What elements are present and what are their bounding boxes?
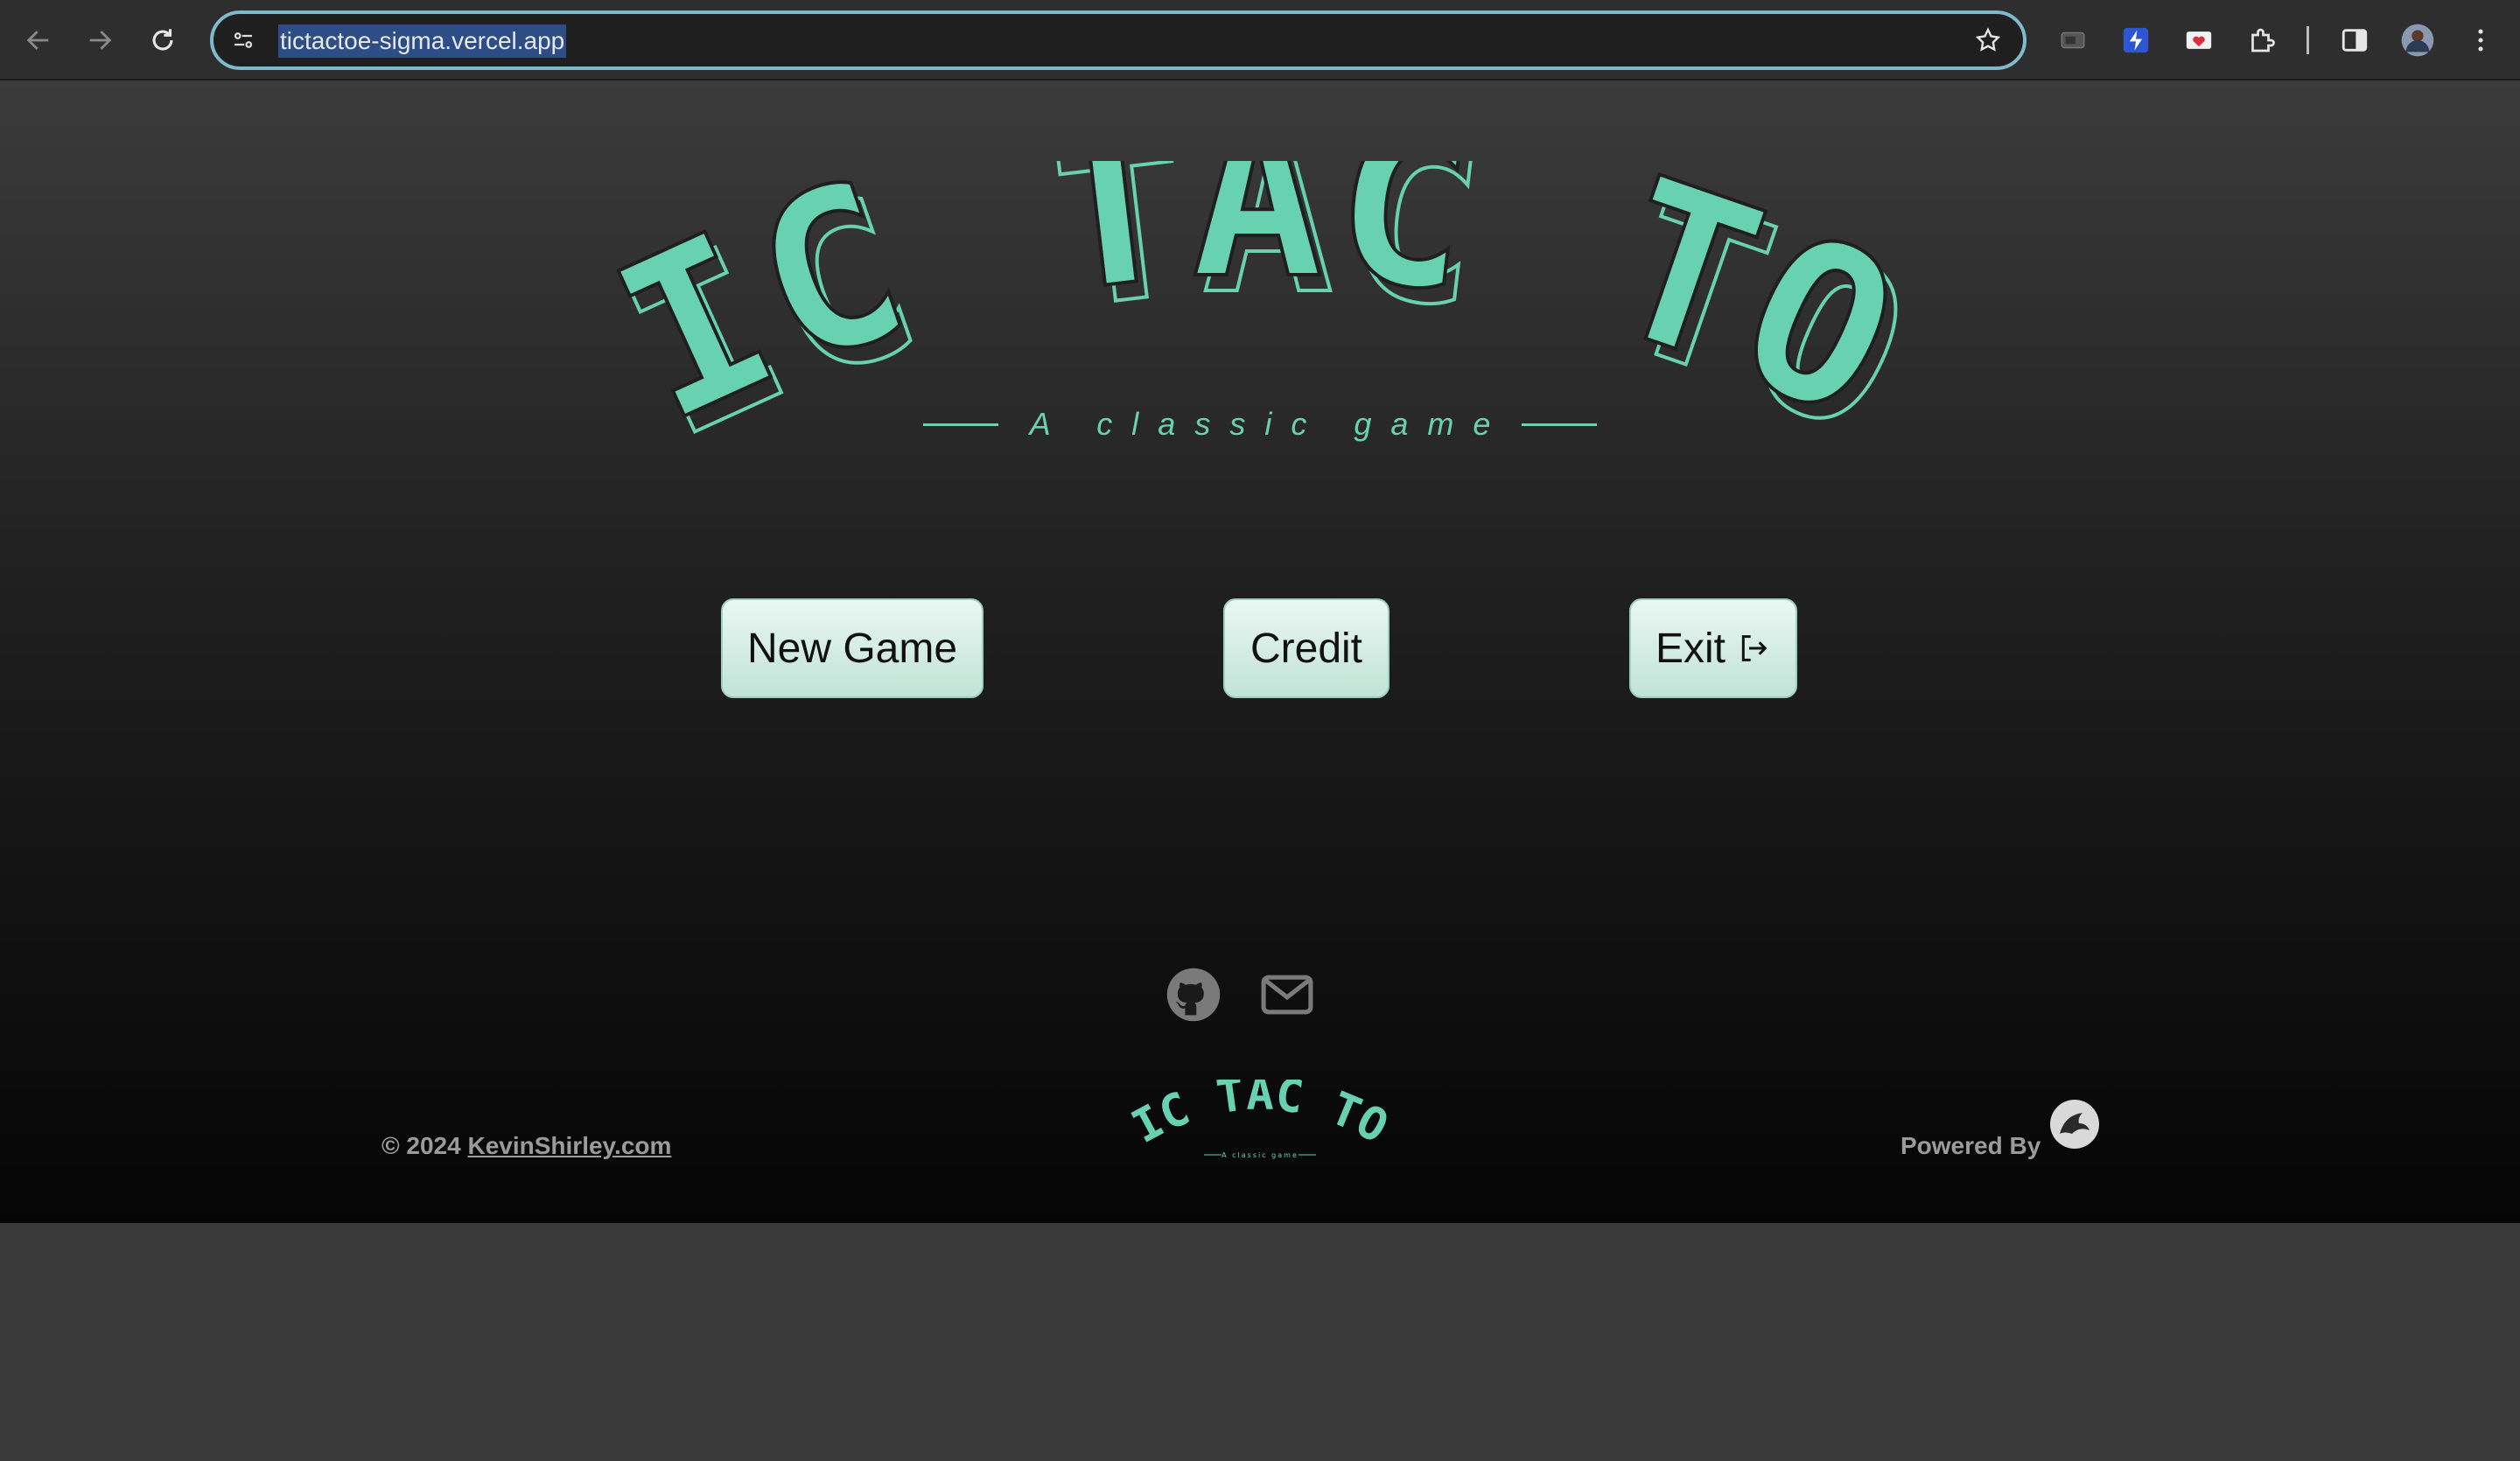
- new-game-label: New Game: [746, 625, 958, 672]
- footer-logo-subtitle: A classic game: [1222, 1151, 1298, 1159]
- puzzle-icon[interactable]: [2244, 22, 2280, 59]
- kevinshirley-link[interactable]: KevinShirley.com: [467, 1132, 671, 1159]
- subtitle-rule-right: [1522, 423, 1598, 426]
- screen-cast-extension-icon[interactable]: [2054, 22, 2091, 59]
- footer-logo-text: TIC TAC TOE: [1129, 1080, 1391, 1154]
- toolbar-divider: [2306, 26, 2309, 54]
- new-game-button[interactable]: New Game: [721, 598, 984, 698]
- footer-copyright: © 2024 KevinShirley.com: [382, 1132, 671, 1160]
- subtitle-rule-left: [922, 423, 998, 426]
- footer-logo[interactable]: TIC TAC TOE A classic game: [1129, 1080, 1391, 1167]
- exit-label: Exit: [1655, 625, 1726, 672]
- exit-icon: [1741, 635, 1768, 661]
- hero-logo: TIC TAC TOE TIC TAC TOE: [569, 161, 1943, 488]
- page-viewport: TIC TAC TOE TIC TAC TOE A classic game N…: [0, 82, 2520, 1223]
- profile-avatar[interactable]: [2399, 22, 2436, 59]
- powered-by-text: Powered By: [1900, 1132, 2041, 1159]
- copyright-text: © 2024: [382, 1132, 461, 1159]
- github-icon[interactable]: [1163, 964, 1224, 1025]
- svg-text:TIC TAC TOE: TIC TAC TOE: [1129, 1080, 1391, 1154]
- bookmark-star-icon[interactable]: [1970, 23, 2006, 58]
- hero-subtitle: A classic game: [0, 406, 2520, 443]
- side-panel-icon[interactable]: [2336, 22, 2373, 59]
- reload-icon[interactable]: [142, 19, 184, 61]
- heart-extension-icon[interactable]: [2180, 22, 2217, 59]
- site-info-icon[interactable]: [226, 23, 261, 58]
- back-icon[interactable]: [18, 19, 60, 61]
- url-text[interactable]: tictactoe-sigma.vercel.app: [278, 24, 567, 58]
- below-page-area: [0, 1223, 2520, 1461]
- credit-button[interactable]: Credit: [1223, 598, 1390, 698]
- address-bar[interactable]: tictactoe-sigma.vercel.app: [210, 10, 2026, 70]
- subtitle-text: A classic game: [1029, 406, 1510, 442]
- credit-label: Credit: [1250, 625, 1363, 672]
- powered-by-logo-icon[interactable]: [2048, 1097, 2102, 1151]
- mail-icon[interactable]: [1256, 964, 1318, 1025]
- exit-button[interactable]: Exit: [1629, 598, 1797, 698]
- kebab-menu-icon[interactable]: [2462, 22, 2499, 59]
- lightning-extension-icon[interactable]: [2118, 22, 2154, 59]
- forward-icon[interactable]: [79, 19, 121, 61]
- browser-toolbar: tictactoe-sigma.vercel.app: [0, 0, 2520, 80]
